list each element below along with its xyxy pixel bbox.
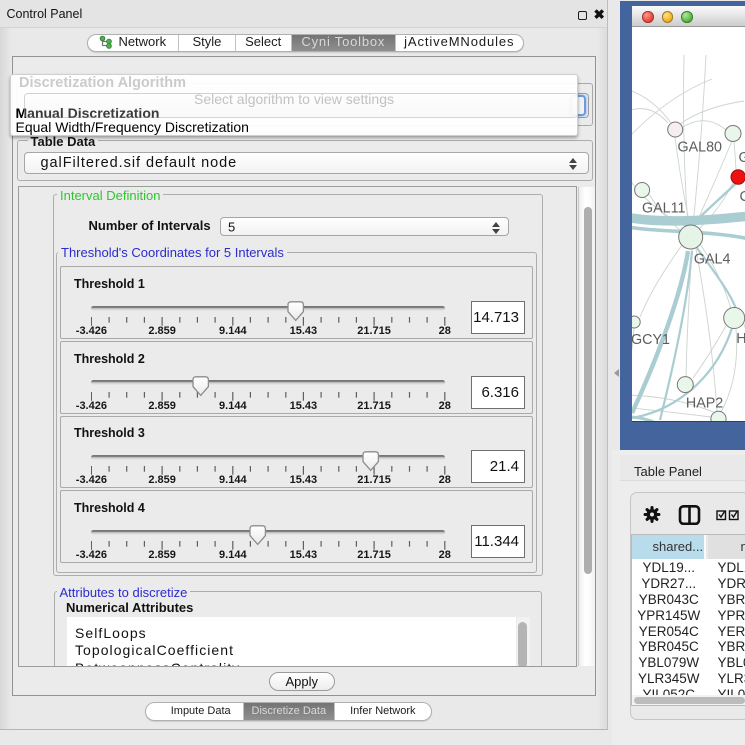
svg-text:GAL80: GAL80	[677, 140, 722, 156]
svg-text:GAL4: GAL4	[693, 252, 730, 268]
svg-text:GCY1: GCY1	[632, 332, 670, 348]
svg-text:GAL11: GAL11	[642, 201, 685, 217]
svg-text:G: G	[738, 150, 745, 166]
svg-text:C: C	[739, 189, 745, 205]
svg-text:H: H	[736, 331, 745, 347]
svg-text:HAP2: HAP2	[685, 396, 722, 412]
